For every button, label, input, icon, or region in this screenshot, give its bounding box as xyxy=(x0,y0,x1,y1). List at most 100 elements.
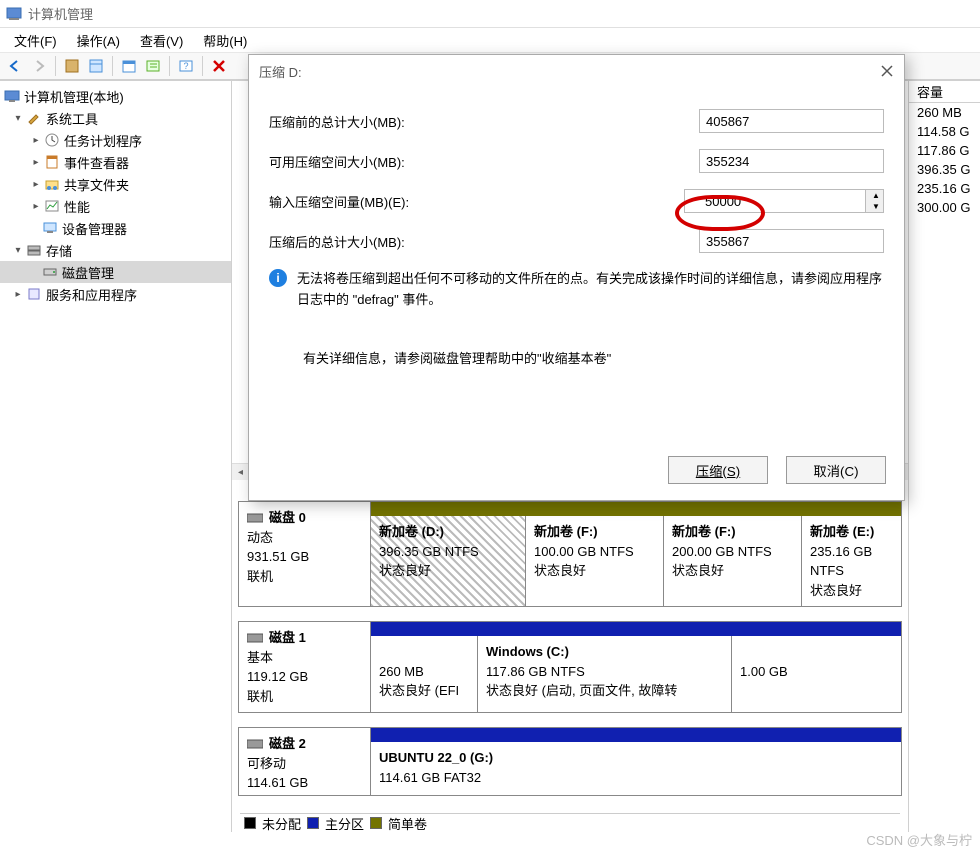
navigation-tree[interactable]: 计算机管理(本地) ▾ 系统工具 ▸ 任务计划程序 ▸ 事件查看器 ▸ 共享文件… xyxy=(0,81,232,832)
label-available: 可用压缩空间大小(MB): xyxy=(269,152,569,171)
dialog-titlebar[interactable]: 压缩 D: xyxy=(249,55,904,87)
delete-button[interactable] xyxy=(208,55,230,77)
volume-label: 新加卷 (E:) xyxy=(810,524,874,539)
volume-status: 状态良好 (EFI xyxy=(379,683,459,698)
field-available: 355234 xyxy=(699,149,884,173)
arrow-left-icon xyxy=(7,58,23,74)
disk-0[interactable]: 磁盘 0 动态 931.51 GB 联机 新加卷 (D:) 396.35 GB … xyxy=(238,501,902,607)
capacity-cell[interactable]: 396.35 G xyxy=(909,160,980,179)
tree-label: 设备管理器 xyxy=(62,219,127,238)
volume-size: 100.00 GB NTFS xyxy=(534,544,634,559)
menu-view[interactable]: 查看(V) xyxy=(130,28,193,53)
chevron-down-icon[interactable]: ▾ xyxy=(12,112,24,124)
performance-icon xyxy=(44,198,60,214)
capacity-cell[interactable]: 300.00 G xyxy=(909,198,980,217)
chevron-right-icon[interactable]: ▸ xyxy=(30,156,42,168)
spin-up-button[interactable]: ▲ xyxy=(866,190,883,201)
disk-1[interactable]: 磁盘 1 基本 119.12 GB 联机 260 MB 状态良好 (EFI Wi… xyxy=(238,621,902,713)
menu-file[interactable]: 文件(F) xyxy=(4,28,67,53)
swatch-unallocated xyxy=(244,817,256,829)
info-text-2: 有关详细信息，请参阅磁盘管理帮助中的"收缩基本卷" xyxy=(303,349,884,370)
volume-status: 状态良好 xyxy=(672,563,724,578)
info-icon: i xyxy=(269,269,287,287)
disk-icon xyxy=(42,264,58,280)
disk-volumes: UBUNTU 22_0 (G:) 114.61 GB FAT32 xyxy=(371,728,901,795)
tree-system-tools[interactable]: ▾ 系统工具 xyxy=(0,107,231,129)
nav-forward-button[interactable] xyxy=(28,55,50,77)
chevron-right-icon[interactable]: ▸ xyxy=(30,178,42,190)
disk-2[interactable]: 磁盘 2 可移动 114.61 GB UBUNTU 22_0 (G:) 114.… xyxy=(238,727,902,796)
legend-label: 主分区 xyxy=(325,814,364,833)
volume-e[interactable]: 新加卷 (E:) 235.16 GB NTFS 状态良好 xyxy=(801,516,901,606)
disk-header: 磁盘 2 可移动 114.61 GB xyxy=(239,728,371,795)
chevron-right-icon[interactable]: ▸ xyxy=(30,134,42,146)
capacity-cell[interactable]: 235.16 G xyxy=(909,179,980,198)
volume-size: 200.00 GB NTFS xyxy=(672,544,772,559)
window-title: 计算机管理 xyxy=(28,4,93,23)
tree-performance[interactable]: ▸ 性能 xyxy=(0,195,231,217)
cancel-button[interactable]: 取消(C) xyxy=(786,456,886,484)
capacity-cell[interactable]: 117.86 G xyxy=(909,141,980,160)
volume-size: 114.61 GB FAT32 xyxy=(379,770,481,785)
volume-label: 新加卷 (F:) xyxy=(534,524,598,539)
shrink-amount-input[interactable] xyxy=(684,189,866,213)
disk-name: 磁盘 1 xyxy=(269,628,306,648)
arrow-right-icon xyxy=(31,58,47,74)
volume-d[interactable]: 新加卷 (D:) 396.35 GB NTFS 状态良好 xyxy=(371,516,525,606)
separator xyxy=(55,56,56,76)
nav-back-button[interactable] xyxy=(4,55,26,77)
scroll-left-icon[interactable]: ◂ xyxy=(232,464,249,481)
close-button[interactable] xyxy=(880,64,894,78)
chevron-right-icon[interactable]: ▸ xyxy=(12,288,24,300)
tree-shared-folders[interactable]: ▸ 共享文件夹 xyxy=(0,173,231,195)
menu-help[interactable]: 帮助(H) xyxy=(193,28,257,53)
tree-device-manager[interactable]: 设备管理器 xyxy=(0,217,231,239)
tree-label: 任务计划程序 xyxy=(64,131,142,150)
volume-label: 新加卷 (F:) xyxy=(672,524,736,539)
column-header-capacity[interactable]: 容量 xyxy=(909,81,980,103)
volume-size: 117.86 GB NTFS xyxy=(486,664,585,679)
spinner[interactable]: ▲ ▼ xyxy=(866,189,884,213)
volume-c[interactable]: Windows (C:) 117.86 GB NTFS 状态良好 (启动, 页面… xyxy=(477,636,731,712)
show-tree-button[interactable] xyxy=(61,55,83,77)
capacity-cell[interactable]: 114.58 G xyxy=(909,122,980,141)
volume-status: 状态良好 xyxy=(810,583,862,598)
tree-icon xyxy=(64,58,80,74)
info-block: i 无法将卷压缩到超出任何不可移动的文件所在的点。有关完成该操作时间的详细信息，… xyxy=(269,269,884,311)
volume-f2[interactable]: 新加卷 (F:) 200.00 GB NTFS 状态良好 xyxy=(663,516,801,606)
volume-efi[interactable]: 260 MB 状态良好 (EFI xyxy=(371,636,477,712)
disk-volumes: 新加卷 (D:) 396.35 GB NTFS 状态良好 新加卷 (F:) 10… xyxy=(371,502,901,606)
tree-label: 存储 xyxy=(46,241,72,260)
tree-label: 事件查看器 xyxy=(64,153,129,172)
spin-down-button[interactable]: ▼ xyxy=(866,201,883,212)
volume-size: 1.00 GB xyxy=(740,664,788,679)
shrink-button[interactable]: 压缩(S) xyxy=(668,456,768,484)
tree-disk-management[interactable]: 磁盘管理 xyxy=(0,261,231,283)
volume-g[interactable]: UBUNTU 22_0 (G:) 114.61 GB FAT32 xyxy=(371,742,901,795)
separator xyxy=(202,56,203,76)
tree-label: 系统工具 xyxy=(46,109,98,128)
volume-size: 235.16 GB NTFS xyxy=(810,544,872,579)
x-icon xyxy=(212,59,226,73)
menu-action[interactable]: 操作(A) xyxy=(67,28,130,53)
volume-size: 396.35 GB NTFS xyxy=(379,544,479,559)
disk-icon xyxy=(247,738,263,750)
list-icon xyxy=(145,58,161,74)
volume-status: 状态良好 xyxy=(379,563,431,578)
refresh-button[interactable] xyxy=(118,55,140,77)
chevron-right-icon[interactable]: ▸ xyxy=(30,200,42,212)
chevron-down-icon[interactable]: ▾ xyxy=(12,244,24,256)
volume-recovery[interactable]: 1.00 GB xyxy=(731,636,901,712)
capacity-cell[interactable]: 260 MB xyxy=(909,103,980,122)
tree-services-apps[interactable]: ▸ 服务和应用程序 xyxy=(0,283,231,305)
volume-f1[interactable]: 新加卷 (F:) 100.00 GB NTFS 状态良好 xyxy=(525,516,663,606)
tree-task-scheduler[interactable]: ▸ 任务计划程序 xyxy=(0,129,231,151)
properties-button[interactable] xyxy=(85,55,107,77)
tree-root[interactable]: 计算机管理(本地) xyxy=(0,85,231,107)
tree-storage[interactable]: ▾ 存储 xyxy=(0,239,231,261)
tree-event-viewer[interactable]: ▸ 事件查看器 xyxy=(0,151,231,173)
dialog-body: 压缩前的总计大小(MB): 405867 可用压缩空间大小(MB): 35523… xyxy=(249,87,904,379)
info-text-1: 无法将卷压缩到超出任何不可移动的文件所在的点。有关完成该操作时间的详细信息，请参… xyxy=(297,269,884,311)
list-view-button[interactable] xyxy=(142,55,164,77)
help-button[interactable]: ? xyxy=(175,55,197,77)
